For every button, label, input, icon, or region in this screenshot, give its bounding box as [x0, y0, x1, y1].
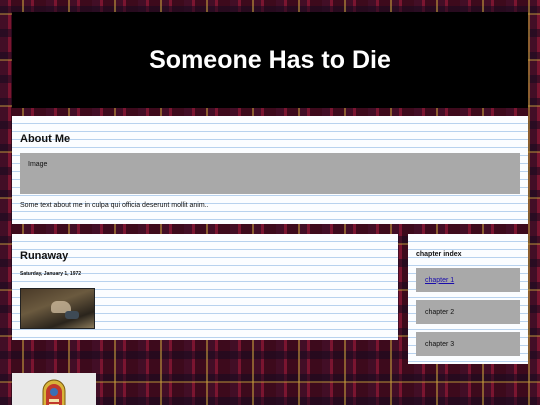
jukebox-badge[interactable]	[12, 373, 96, 405]
chapter-item-3[interactable]: chapter 3	[416, 332, 520, 356]
sidebar-heading: chapter index	[416, 251, 462, 258]
about-me-section: About Me Image Some text about me in cul…	[12, 116, 528, 224]
chapter-item-2[interactable]: chapter 2	[416, 300, 520, 324]
chapter-2-label: chapter 2	[425, 308, 455, 316]
about-text: Some text about me in culpa qui officia …	[20, 202, 209, 209]
chapter-index-sidebar: chapter index chapter 1 chapter 2 chapte…	[408, 234, 528, 364]
chapter-1-link[interactable]: chapter 1	[425, 277, 454, 284]
site-title: Someone Has to Die	[149, 45, 391, 74]
about-heading: About Me	[20, 133, 71, 145]
blog-post: Runaway Saturday, January 1, 1972	[12, 234, 398, 340]
site-header: Someone Has to Die	[12, 12, 528, 108]
post-photo[interactable]	[20, 288, 95, 329]
image-placeholder-label: Image	[28, 161, 48, 168]
about-image-placeholder: Image	[20, 153, 520, 194]
post-title[interactable]: Runaway	[20, 250, 68, 262]
post-date: Saturday, January 1, 1972	[20, 271, 82, 277]
chapter-item-1[interactable]: chapter 1	[416, 268, 520, 292]
chapter-3-label: chapter 3	[425, 340, 455, 348]
photo-object	[65, 311, 79, 319]
jukebox-badge-icon	[42, 379, 66, 405]
